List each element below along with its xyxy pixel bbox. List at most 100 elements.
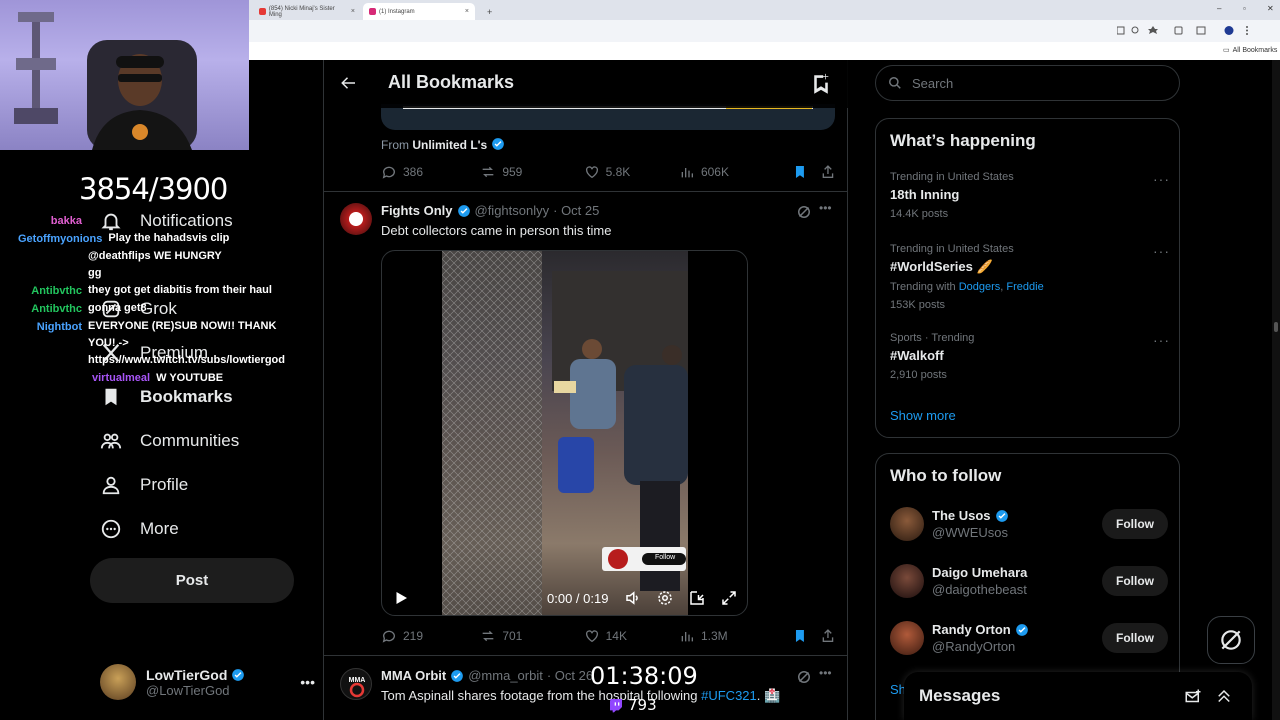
share-icon[interactable] xyxy=(820,164,836,180)
trend-link[interactable]: Dodgers xyxy=(959,281,1001,293)
back-arrow-icon[interactable] xyxy=(340,74,358,92)
chat-user: Getoffmyonions xyxy=(18,233,103,245)
verified-badge-icon xyxy=(457,204,470,217)
more-dots-icon[interactable]: ··· xyxy=(1153,332,1170,348)
avatar[interactable] xyxy=(340,203,372,235)
panel-title: What’s happening xyxy=(890,131,1036,150)
trend-item[interactable]: Sports · Trending #Walkoff 2,910 posts ·… xyxy=(890,332,1170,381)
bookmark-filled-icon[interactable] xyxy=(792,628,808,644)
play-icon[interactable] xyxy=(392,589,410,607)
repost-button[interactable]: 701 xyxy=(480,628,583,644)
trending-with: Trending with Dodgers, Freddie xyxy=(890,281,1044,293)
views-button[interactable]: 1.3M xyxy=(679,628,786,644)
browser-tab[interactable]: (854) Nicki Minaj's Sister Ming × xyxy=(253,3,361,20)
repost-button[interactable]: 959 xyxy=(480,164,583,180)
avatar[interactable]: MMA xyxy=(340,668,372,700)
scrollbar[interactable] xyxy=(1272,60,1280,720)
close-icon[interactable]: × xyxy=(351,8,355,15)
more-dots-icon[interactable]: ··· xyxy=(1153,243,1170,259)
webcam-overlay xyxy=(0,0,249,150)
like-button[interactable]: 14K xyxy=(584,628,679,644)
author-name[interactable]: Fights Only xyxy=(381,203,453,218)
like-button[interactable]: 5.8K xyxy=(584,164,679,180)
tab-label: (1) Instagram xyxy=(379,8,415,15)
source-name[interactable]: Unlimited L's xyxy=(412,138,487,152)
tweet-actions: 219 701 14K 1.3M xyxy=(381,626,836,646)
chat-user xyxy=(18,248,82,265)
new-tab-button[interactable]: + xyxy=(481,3,498,20)
picture-in-picture-icon[interactable] xyxy=(688,589,706,607)
maximize-icon[interactable]: ▫ xyxy=(1243,4,1246,13)
streamer-image xyxy=(87,40,197,150)
reply-button[interactable]: 219 xyxy=(381,628,480,644)
grok-floating-button[interactable] xyxy=(1207,616,1255,664)
follow-suggestion[interactable]: Daigo Umehara @daigothebeast Follow xyxy=(890,562,1168,600)
views-button[interactable]: 606K xyxy=(679,164,786,180)
sidebar-item-bookmarks[interactable]: Bookmarks xyxy=(100,386,233,408)
stream-chat: bakka Getoffmyonions Play the hahadsvis … xyxy=(18,212,338,387)
tweet-header: MMA Orbit @mma_orbit · Oct 26 xyxy=(381,668,593,683)
bookmark-filled-icon[interactable] xyxy=(792,164,808,180)
grok-icon[interactable] xyxy=(795,668,813,686)
minimize-icon[interactable]: – xyxy=(1217,4,1221,13)
account-switcher[interactable]: LowTierGod @LowTierGod ••• xyxy=(100,660,315,704)
follow-button[interactable]: Follow xyxy=(1102,623,1168,653)
more-dots-icon[interactable]: ••• xyxy=(300,674,315,690)
author-handle[interactable]: @mma_orbit xyxy=(468,668,543,683)
trend-link[interactable]: Freddie xyxy=(1006,281,1043,293)
author-handle[interactable]: @fightsonlyy xyxy=(475,203,550,218)
volume-icon[interactable] xyxy=(624,589,642,607)
reply-button[interactable]: 386 xyxy=(381,164,480,180)
more-dots-icon[interactable]: ••• xyxy=(819,201,832,215)
stream-timer: 01:38:09 xyxy=(590,662,698,690)
more-dots-icon[interactable]: ··· xyxy=(1153,171,1170,187)
author-name[interactable]: MMA Orbit xyxy=(381,668,446,683)
bookmark-folder-icon[interactable] xyxy=(810,72,832,94)
post-button[interactable]: Post xyxy=(90,558,294,603)
tweet-text: Tom Aspinall shares footage from the hos… xyxy=(381,688,781,703)
tab-label: (854) Nicki Minaj's Sister Ming xyxy=(268,5,335,18)
messages-drawer[interactable]: Messages xyxy=(904,672,1252,720)
video-player[interactable]: Follow 0:00 / 0:19 xyxy=(381,250,748,616)
bookmarks-bar: ▭ All Bookmarks xyxy=(249,42,1280,60)
settings-gear-icon[interactable] xyxy=(656,589,674,607)
scroll-thumb[interactable] xyxy=(1274,322,1278,332)
fullscreen-icon[interactable] xyxy=(720,589,738,607)
sidebar-item-communities[interactable]: Communities xyxy=(100,430,239,452)
heart-icon xyxy=(585,630,598,643)
follow-button[interactable]: Follow xyxy=(1102,566,1168,596)
search-input[interactable]: Search xyxy=(875,65,1180,101)
more-dots-icon[interactable]: ••• xyxy=(819,666,832,680)
browser-tab-active[interactable]: (1) Instagram × xyxy=(363,3,475,20)
show-more-link[interactable]: Show more xyxy=(890,408,956,423)
follow-suggestion[interactable]: The Usos @WWEUsos Follow xyxy=(890,505,1168,543)
chat-text: Play the hahadsvis clip xyxy=(108,232,230,244)
tweet-date[interactable]: · Oct 26 xyxy=(547,668,593,683)
all-bookmarks-folder[interactable]: ▭ All Bookmarks xyxy=(1223,46,1277,55)
chevron-up-icon[interactable] xyxy=(1215,688,1233,706)
trend-item[interactable]: Trending in United States 18th Inning 14… xyxy=(890,171,1170,220)
follow-button[interactable]: Follow xyxy=(1102,509,1168,539)
toolbar-icons[interactable] xyxy=(1117,26,1277,36)
more-circle-icon xyxy=(101,519,121,539)
grok-icon[interactable] xyxy=(795,203,813,221)
close-window-icon[interactable]: ✕ xyxy=(1267,4,1274,13)
panel-title: Who to follow xyxy=(890,466,1002,485)
close-icon[interactable]: × xyxy=(465,8,469,15)
sidebar-item-profile[interactable]: Profile xyxy=(100,474,188,496)
bookmark-filled-icon xyxy=(105,388,117,406)
sidebar-item-more[interactable]: More xyxy=(100,518,179,540)
repost-icon xyxy=(482,630,494,642)
hashtag-link[interactable]: #UFC321 xyxy=(701,688,757,703)
new-message-icon[interactable] xyxy=(1184,688,1202,706)
repost-icon xyxy=(482,166,494,178)
avatar xyxy=(890,621,924,655)
account-name-row: LowTierGod xyxy=(146,667,290,683)
browser-tab-bar: (854) Nicki Minaj's Sister Ming × (1) In… xyxy=(249,0,1280,20)
tweet-date[interactable]: · Oct 25 xyxy=(553,203,599,218)
follow-suggestion[interactable]: Randy Orton @RandyOrton Follow xyxy=(890,619,1168,657)
share-icon[interactable] xyxy=(820,628,836,644)
page-title: All Bookmarks xyxy=(388,72,515,92)
address-bar[interactable] xyxy=(249,20,1280,42)
trend-item[interactable]: Trending in United States #WorldSeries 🥖… xyxy=(890,243,1170,311)
